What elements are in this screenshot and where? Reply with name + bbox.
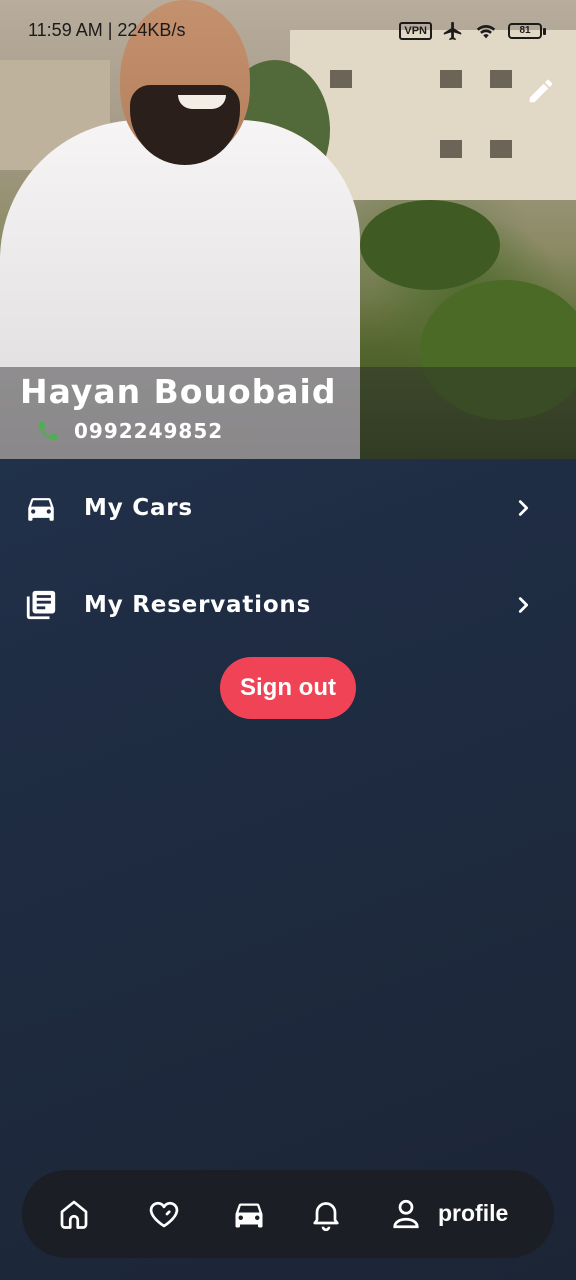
profile-name: Hayan Bouobaid — [20, 372, 337, 411]
background-tree — [360, 200, 500, 290]
battery-level: 81 — [508, 23, 542, 39]
menu-item-label: My Reservations — [84, 592, 312, 618]
car-icon[interactable] — [231, 1196, 267, 1232]
status-time: 11:59 AM | 224KB/s — [28, 20, 186, 40]
profile-icon[interactable] — [388, 1196, 424, 1232]
edit-profile-icon[interactable] — [526, 76, 556, 106]
airplane-icon — [443, 21, 462, 41]
menu-item-label: My Cars — [84, 495, 193, 521]
nav-profile-label[interactable]: profile — [438, 1200, 508, 1227]
menu-item-my-cars[interactable]: My Cars — [0, 478, 576, 538]
profile-phone-row: 0992249852 — [36, 418, 223, 444]
bottom-navigation-bar: profile — [22, 1170, 554, 1258]
wifi-icon — [476, 25, 496, 39]
bell-icon[interactable] — [308, 1196, 344, 1232]
menu-item-my-reservations[interactable]: My Reservations — [0, 575, 576, 635]
home-icon[interactable] — [56, 1196, 92, 1232]
chevron-right-icon — [518, 500, 529, 516]
vpn-badge: VPN — [399, 22, 432, 40]
status-icons: VPN 81 — [399, 20, 546, 42]
heart-icon[interactable] — [146, 1196, 182, 1232]
phone-icon — [39, 422, 57, 440]
status-bar: 11:59 AM | 224KB/s VPN 81 — [0, 0, 576, 60]
reservations-icon — [22, 586, 60, 624]
person-smile — [178, 95, 226, 109]
car-icon — [22, 489, 60, 527]
profile-phone-number: 0992249852 — [74, 419, 224, 443]
battery-indicator: 81 — [508, 23, 546, 39]
chevron-right-icon — [518, 597, 529, 613]
sign-out-button[interactable]: Sign out — [220, 657, 356, 719]
